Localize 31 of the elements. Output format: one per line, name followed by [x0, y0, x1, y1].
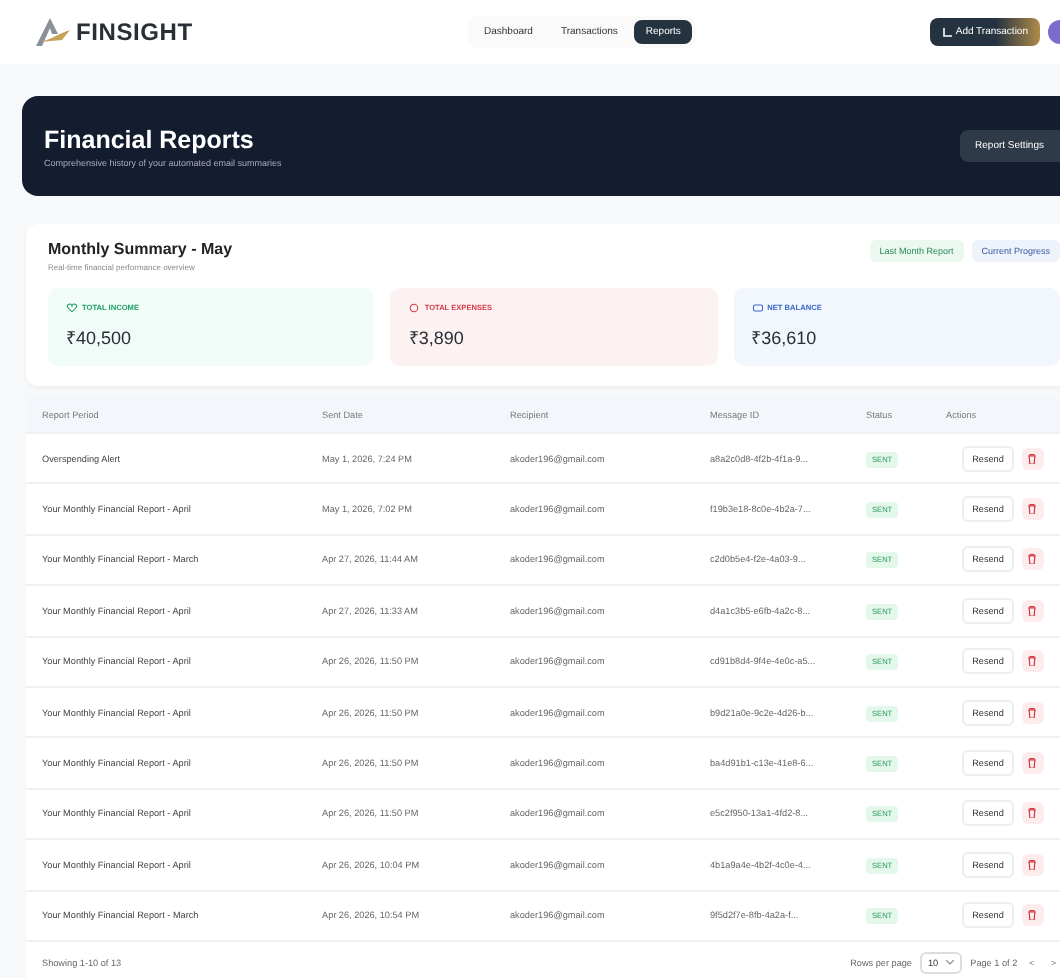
stat-value: ₹3,890 — [408, 326, 466, 350]
summary-title: Monthly Summary - May — [48, 240, 233, 258]
trash-icon — [1028, 605, 1037, 616]
logo-icon — [32, 16, 72, 48]
delete-button[interactable] — [1021, 802, 1044, 825]
brand-name: FINSIGHT — [76, 18, 193, 46]
trash-icon — [1028, 504, 1037, 515]
delete-button[interactable] — [1021, 752, 1044, 775]
balance-icon — [751, 302, 764, 314]
delete-button[interactable] — [1021, 447, 1044, 470]
chevron-down-icon — [946, 960, 955, 967]
delete-button[interactable] — [1021, 498, 1044, 521]
trash-icon — [1028, 707, 1037, 718]
stat-value: ₹40,500 — [66, 326, 134, 350]
page-title: Financial Reports — [44, 125, 256, 153]
trash-icon — [1028, 656, 1037, 667]
trash-icon — [1028, 453, 1037, 464]
delete-button[interactable] — [1021, 701, 1044, 724]
trash-icon — [1028, 859, 1037, 870]
income-icon — [66, 302, 78, 314]
trash-icon — [1028, 758, 1037, 769]
trash-icon — [1028, 910, 1037, 921]
delete-button[interactable] — [1021, 650, 1044, 673]
delete-button[interactable] — [1021, 904, 1044, 927]
trash-icon — [1028, 554, 1037, 565]
expense-icon — [408, 302, 421, 314]
delete-button[interactable] — [1021, 548, 1044, 571]
delete-button[interactable] — [1021, 599, 1044, 622]
delete-button[interactable] — [1021, 853, 1044, 876]
trash-icon — [1028, 808, 1037, 819]
stat-value: ₹36,610 — [751, 326, 819, 350]
